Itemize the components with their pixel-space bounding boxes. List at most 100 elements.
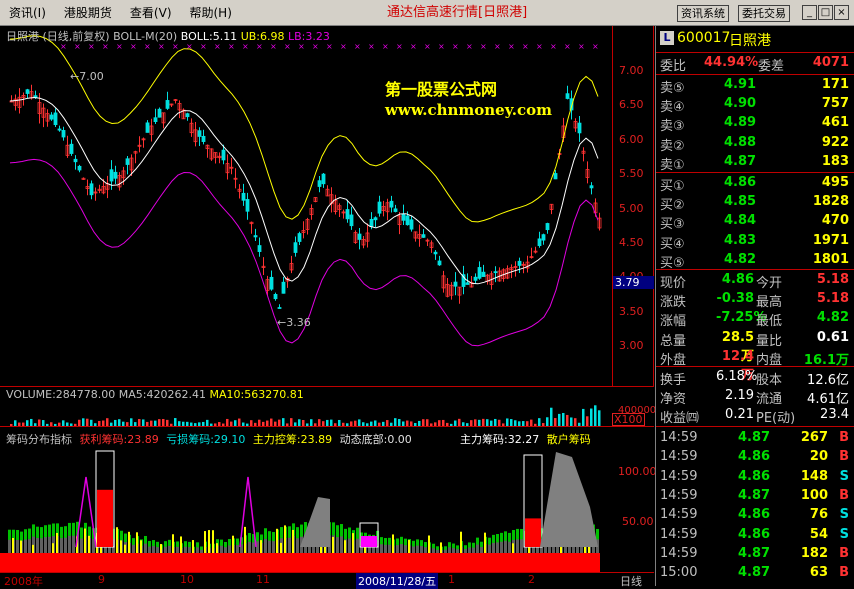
legend-boll: BOLL:5.11 (180, 30, 238, 43)
candle-body (257, 245, 262, 252)
candle-body (545, 223, 550, 231)
tick-time: 14:59 (660, 507, 698, 523)
signal-marker: × (466, 42, 473, 51)
chip-bar (24, 539, 27, 555)
date-tick: 9 (98, 573, 105, 586)
candle-body (465, 282, 470, 285)
chip-bar (60, 538, 63, 555)
tick-price: 4.87 (738, 430, 771, 445)
signal-marker: × (410, 42, 417, 51)
stat-row: 收益㈣ 0.21 PE(动) 23.4 (656, 406, 854, 427)
tick-price: 4.87 (738, 565, 771, 581)
menu-info[interactable]: 资讯(I) (0, 0, 55, 26)
tick-row: 14:59 4.87 267 B (656, 429, 854, 448)
separator (656, 366, 854, 367)
ask-row: 卖① 4.87 183 (656, 153, 854, 173)
stat-value: -0.38 (716, 291, 754, 307)
chip-bar (504, 540, 507, 555)
candle-body (589, 185, 594, 189)
stat-value: 5.18 (816, 272, 849, 287)
chip-box-fill (525, 518, 541, 547)
volume-panel[interactable]: VOLUME:284778.00 MA5:420262.41 MA10:5632… (0, 386, 656, 426)
chip-distribution-panel[interactable]: 筹码分布指标 获利筹码:23.89 亏损筹码:29.10 主力控筹:23.89 … (0, 426, 657, 573)
candle-body (297, 233, 302, 242)
tick-time: 14:59 (660, 545, 698, 561)
signal-marker: × (550, 42, 557, 51)
tick-time: 14:59 (660, 468, 698, 484)
menu-hk-futures[interactable]: 港股期货 (55, 0, 121, 26)
candle-body (281, 281, 286, 294)
volume-bar (590, 408, 593, 426)
watermark-url: www.chnmoney.com (385, 101, 552, 119)
stock-code: 600017 (677, 30, 731, 46)
stat-value: 12.6亿 (807, 373, 849, 388)
stat-label: PE(动) (756, 411, 796, 427)
candle-body (73, 158, 78, 163)
candle-body (245, 199, 250, 212)
tick-row: 14:59 4.86 54 S (656, 526, 854, 545)
tick-price: 4.86 (738, 526, 771, 542)
candle-body (273, 294, 278, 300)
bid-price: 4.85 (724, 194, 757, 210)
ask-row: 卖④ 4.90 757 (656, 95, 854, 115)
stat-row: 外盘 12.4万 内盘 16.1万 (656, 348, 854, 383)
volume-bar (566, 414, 569, 426)
candle-body (25, 89, 30, 94)
ask-row: 卖③ 4.89 461 (656, 114, 854, 134)
volume-bar (174, 418, 177, 426)
stock-name: 日照港 (729, 33, 771, 49)
close-button[interactable]: × (834, 5, 849, 20)
stat-row: 涨跌 -0.38 最高 5.18 (656, 290, 854, 310)
volume-bar (310, 419, 313, 426)
separator (656, 52, 854, 53)
candle-body (125, 158, 130, 165)
bid-price: 4.83 (724, 232, 757, 248)
minimize-button[interactable]: _ (802, 5, 817, 20)
chip-bar (48, 536, 51, 555)
tick-row: 14:59 4.86 20 B (656, 448, 854, 467)
ask-price: 4.89 (724, 115, 757, 131)
bid-volume: 1971 (812, 232, 849, 248)
stat-label: 流通 (756, 392, 783, 408)
candle-body (253, 235, 258, 238)
tick-volume: 100 (800, 487, 828, 503)
chip-bar (336, 537, 339, 555)
bid-price: 4.82 (724, 251, 757, 267)
legend-ma5: MA5:420262.41 (118, 388, 206, 401)
bid-label: 买⑤ (660, 255, 685, 271)
ask-volume: 171 (821, 77, 849, 92)
stat-value: 23.4 (820, 407, 849, 423)
stat-value: 5.18 (816, 291, 849, 307)
date-tick: 11 (256, 573, 270, 586)
chip-bar (288, 537, 291, 555)
trade-button[interactable]: 委托交易 (738, 5, 790, 22)
candle-body (269, 276, 274, 290)
volume-bar (106, 418, 109, 426)
ask-volume: 922 (821, 134, 849, 150)
signal-marker: × (480, 42, 487, 51)
price-tick: 3.50 (619, 305, 644, 318)
chip-bar (264, 538, 267, 555)
tick-time: 14:59 (660, 487, 698, 503)
signal-marker: × (592, 42, 599, 51)
volume-bar (482, 418, 485, 426)
period-label[interactable]: 日线 (620, 573, 642, 589)
signal-marker: × (522, 42, 529, 51)
candle-body (473, 276, 478, 281)
chip-legend: 筹码分布指标 获利筹码:23.89 亏损筹码:29.10 主力控筹:23.89 … (6, 431, 412, 447)
menu-help[interactable]: 帮助(H) (181, 0, 241, 26)
candle-body (377, 201, 382, 214)
tick-side: B (839, 545, 849, 561)
legend-volume: VOLUME:284778.00 (6, 388, 116, 401)
bid-label: 买② (660, 198, 685, 214)
volume-bar (298, 419, 301, 426)
maximize-button[interactable]: □ (818, 5, 833, 20)
kline-chart[interactable]: × × × × × × × × × × × × × × × × × × × × × × × × × × × × × × × × × × × × × × × … (0, 26, 654, 386)
menu-view[interactable]: 查看(V) (121, 0, 181, 26)
volume-bar (130, 418, 133, 426)
tick-time: 14:59 (660, 526, 698, 542)
bid-row: 买④ 4.83 1971 (656, 232, 854, 252)
chip-bar (72, 535, 75, 555)
volume-bar (546, 417, 549, 426)
info-system-button[interactable]: 资讯系统 (677, 5, 729, 22)
